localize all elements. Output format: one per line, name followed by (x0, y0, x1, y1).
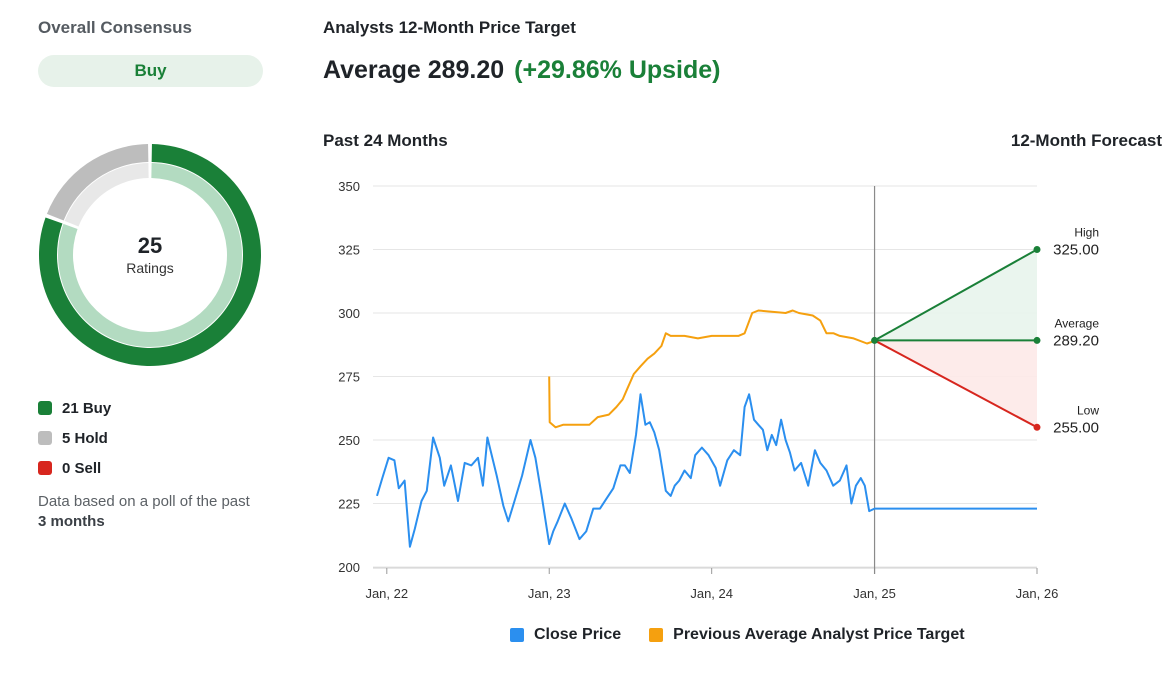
close-price-line (376, 393, 1037, 548)
previous-target-line (548, 309, 875, 429)
forecast-average-value: 289.20 (1053, 332, 1099, 349)
forecast-average-point (1033, 336, 1041, 344)
price-target-chart: 350 325 300 275 250 225 200 Jan, 22 Jan, 23 Jan, … (338, 179, 1100, 601)
legend-close-price-label: Close Price (534, 626, 622, 643)
forecast-average-label: Average (1055, 316, 1100, 330)
forecast-high-point (1033, 246, 1041, 253)
y-tick-label: 325 (338, 243, 360, 258)
legend-close-price[interactable]: Close Price (510, 626, 621, 644)
chart-legend: Close Price Previous Average Analyst Pri… (510, 626, 993, 644)
x-tick-label: Jan, 25 (853, 586, 896, 601)
x-tick-label: Jan, 26 (1016, 586, 1059, 601)
y-tick-label: 350 (338, 179, 360, 194)
legend-previous-target-label: Previous Average Analyst Price Target (673, 626, 965, 643)
y-tick-label: 300 (338, 306, 360, 321)
forecast-high-value: 325.00 (1053, 242, 1099, 259)
previous-target-swatch (649, 628, 664, 642)
forecast-low-value: 255.00 (1053, 419, 1099, 436)
forecast-low-label: Low (1077, 403, 1099, 417)
y-tick-label: 225 (338, 497, 360, 512)
x-tick-label: Jan, 24 (690, 586, 733, 601)
x-tick-label: Jan, 22 (365, 586, 408, 601)
y-tick-label: 250 (338, 433, 360, 448)
x-tick-label: Jan, 23 (528, 586, 571, 601)
forecast-low-point (1033, 423, 1041, 431)
forecast-start-point (871, 336, 879, 344)
y-tick-label: 200 (338, 560, 360, 575)
legend-previous-target[interactable]: Previous Average Analyst Price Target (649, 626, 965, 644)
close-price-swatch (510, 628, 524, 642)
forecast-high-label: High (1074, 226, 1099, 240)
y-tick-label: 275 (338, 370, 360, 385)
